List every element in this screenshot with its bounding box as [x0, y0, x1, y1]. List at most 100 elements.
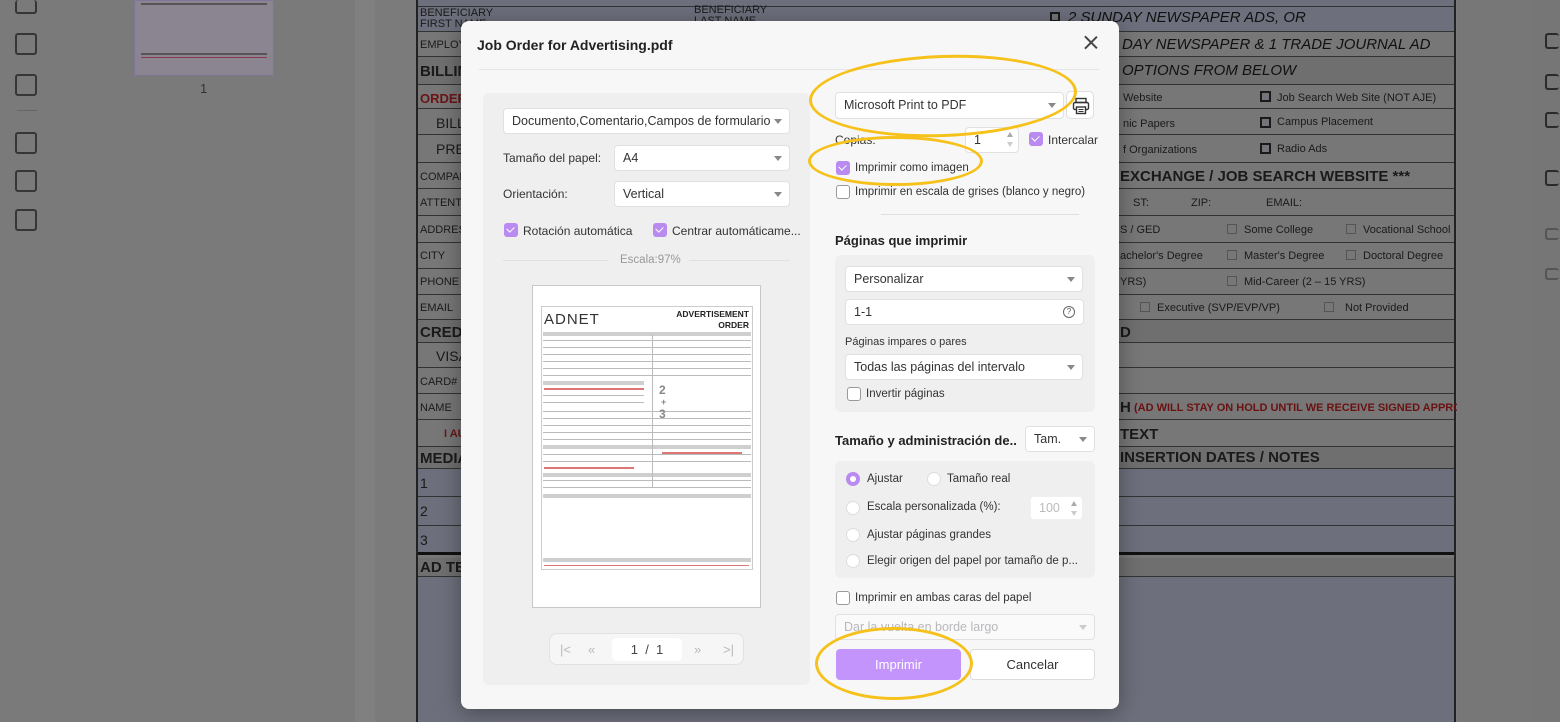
custom-scale-input[interactable]: 100	[1030, 496, 1083, 520]
next-page-icon[interactable]: »	[694, 642, 701, 657]
form-label: ORDER	[420, 91, 467, 106]
section-header: H	[1120, 399, 1131, 416]
hold-notice: (AD WILL STAY ON HOLD UNTIL WE RECEIVE S…	[1134, 402, 1487, 414]
save-icon[interactable]	[1545, 170, 1559, 186]
actual-size-label[interactable]: Tamaño real	[947, 473, 1010, 485]
print-as-image-checkbox[interactable]	[836, 161, 850, 175]
preview-heading: ADVERTISEMENT ORDER	[676, 309, 749, 331]
redo-icon[interactable]	[1545, 268, 1559, 280]
paper-source-label[interactable]: Elegir origen del papel por tamaño de p.…	[867, 555, 1078, 567]
checkbox[interactable]	[1260, 117, 1271, 128]
previous-page-icon[interactable]: «	[588, 642, 595, 657]
document-gutter	[355, 0, 375, 722]
fit-label[interactable]: Ajustar	[867, 473, 903, 485]
size-mode-value: Tam.	[1034, 432, 1062, 446]
page-thumbnail[interactable]	[134, 0, 274, 76]
sign-icon[interactable]	[15, 74, 37, 96]
collate-label[interactable]: Intercalar	[1048, 133, 1098, 147]
grayscale-checkbox[interactable]	[836, 185, 850, 199]
page-range-input[interactable]: 1-1 ?	[845, 299, 1084, 325]
left-toolbar	[0, 0, 55, 722]
form-label: PHONE	[420, 276, 460, 288]
custom-scale-label[interactable]: Escala personalizada (%):	[867, 501, 1001, 513]
pages-mode-value: Personalizar	[854, 272, 924, 286]
last-page-icon[interactable]: >|	[723, 642, 734, 657]
print-as-image-label[interactable]: Imprimir como imagen	[855, 162, 969, 174]
paper-size-label: Tamaño del papel:	[503, 151, 602, 165]
duplex-label[interactable]: Imprimir en ambas caras del papel	[855, 592, 1031, 604]
right-sidebar	[1457, 0, 1560, 722]
page-input[interactable]: 1 / 1	[612, 638, 682, 661]
checkbox[interactable]	[1260, 143, 1271, 154]
print-preview: ADNET ADVERTISEMENT ORDER 2 + 3	[532, 285, 761, 608]
checkbox-label: Vocational School	[1363, 224, 1451, 236]
field-label: EMAIL:	[1266, 197, 1303, 209]
odd-even-select[interactable]: Todas las páginas del intervalo	[845, 354, 1083, 380]
decrement-icon[interactable]	[1007, 142, 1013, 147]
printer-select-value: Microsoft Print to PDF	[844, 98, 967, 112]
checkbox-label: nic Papers	[1123, 118, 1175, 130]
first-page-icon[interactable]: |<	[560, 642, 571, 657]
scale-divider	[689, 260, 790, 261]
paper-source-radio[interactable]	[846, 554, 860, 568]
undo-icon[interactable]	[1545, 228, 1559, 240]
collate-checkbox[interactable]	[1029, 132, 1043, 146]
dialog-title: Job Order for Advertising.pdf	[477, 37, 673, 53]
content-select[interactable]: Documento,Comentario,Campos de formulari…	[503, 108, 790, 134]
form-label: CARD#	[420, 376, 458, 388]
flip-edge-select[interactable]: Dar la vuelta en borde largo	[835, 614, 1095, 640]
checkbox-label: f Organizations	[1123, 144, 1197, 156]
chevron-down-icon	[774, 119, 782, 124]
increment-icon[interactable]	[1071, 501, 1077, 506]
fit-radio[interactable]	[846, 472, 860, 486]
printer-icon	[1072, 97, 1090, 115]
organize-pages-icon[interactable]	[15, 132, 37, 154]
fit-large-pages-radio[interactable]	[846, 528, 860, 542]
form-fields-icon[interactable]	[15, 33, 37, 55]
increment-icon[interactable]	[1007, 132, 1013, 137]
checkbox-label: Mid-Career (2 – 15 YRS)	[1244, 276, 1366, 288]
orientation-select[interactable]: Vertical	[614, 181, 790, 207]
preview-number: 2	[659, 383, 666, 397]
checkbox[interactable]	[1260, 91, 1271, 102]
crop-icon[interactable]	[15, 170, 37, 192]
checkbox-label: achelor's Degree	[1120, 250, 1203, 262]
share-icon[interactable]	[1545, 74, 1559, 90]
print-button[interactable]: Imprimir	[836, 649, 961, 680]
auto-rotate-label[interactable]: Rotación automática	[523, 224, 632, 238]
auto-rotate-checkbox[interactable]	[504, 223, 518, 237]
cancel-button[interactable]: Cancelar	[970, 649, 1095, 680]
auto-center-label[interactable]: Centrar automáticame...	[672, 224, 801, 238]
grayscale-label[interactable]: Imprimir en escala de grises (blanco y n…	[855, 186, 1085, 198]
protect-icon[interactable]	[1545, 33, 1559, 49]
edit-text-icon[interactable]	[15, 0, 37, 14]
auto-center-checkbox[interactable]	[653, 223, 667, 237]
email-icon[interactable]	[1545, 112, 1559, 128]
help-icon[interactable]: ?	[1063, 306, 1075, 318]
copies-value: 1	[974, 133, 981, 147]
custom-scale-value: 100	[1039, 501, 1060, 515]
size-mode-select[interactable]: Tam.	[1025, 426, 1095, 452]
paper-size-select[interactable]: A4	[614, 145, 790, 171]
printer-select[interactable]: Microsoft Print to PDF	[835, 92, 1064, 119]
orientation-value: Vertical	[623, 187, 664, 201]
reverse-pages-label[interactable]: Invertir páginas	[866, 388, 945, 400]
page-separator: /	[645, 642, 649, 657]
form-label: EMAIL	[420, 302, 454, 314]
watermark-icon[interactable]	[15, 209, 37, 231]
reverse-pages-checkbox[interactable]	[847, 387, 861, 401]
actual-size-radio[interactable]	[927, 472, 941, 486]
printer-properties-button[interactable]	[1066, 91, 1094, 119]
pages-mode-select[interactable]: Personalizar	[845, 266, 1083, 292]
form-label: 2	[420, 503, 428, 519]
copies-input[interactable]: 1	[965, 127, 1019, 153]
section-header: D	[1120, 324, 1131, 341]
decrement-icon[interactable]	[1071, 511, 1077, 516]
field-label: ZIP:	[1191, 197, 1212, 209]
custom-scale-radio[interactable]	[846, 501, 860, 515]
close-icon[interactable]	[1081, 33, 1101, 53]
duplex-checkbox[interactable]	[836, 591, 850, 605]
fit-large-pages-label[interactable]: Ajustar páginas grandes	[867, 529, 991, 541]
section-header: INSERTION DATES / NOTES	[1120, 449, 1320, 466]
print-dialog: Job Order for Advertising.pdf Documento,…	[461, 21, 1119, 709]
